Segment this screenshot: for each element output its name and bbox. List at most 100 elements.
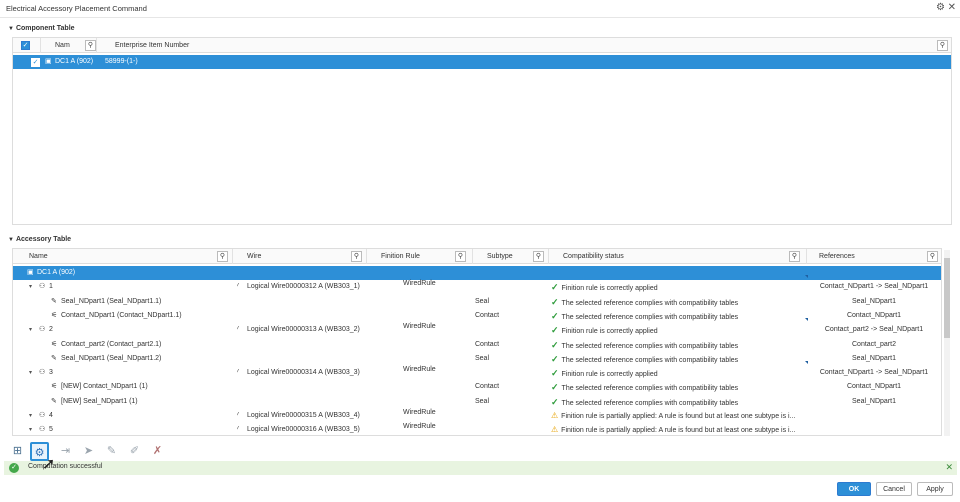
expand-chevron-icon[interactable]: ▾ bbox=[29, 423, 32, 435]
component-table-header[interactable]: ▼ Component Table bbox=[8, 25, 75, 32]
table-row[interactable]: ✎ Seal_NDpart1 (Seal_NDpart1.2) Seal ✓ The s… bbox=[13, 352, 941, 366]
close-icon[interactable]: ✕ bbox=[948, 2, 956, 13]
warning-icon: ⚠ bbox=[551, 411, 559, 420]
row-status: ✓ The selected reference complies with co… bbox=[551, 382, 739, 393]
row-status: ⚠ Finition rule is partially applied: A r… bbox=[551, 425, 796, 435]
row-reference: Contact_NDpart1 -> Seal_NDpart1 bbox=[819, 369, 929, 377]
row-name: [NEW] Contact_NDpart1 (1) bbox=[61, 383, 148, 391]
filter-icon[interactable]: ⚲ bbox=[455, 251, 466, 262]
filter-icon[interactable]: ⚲ bbox=[927, 251, 938, 262]
remove-accessory-icon[interactable]: ✗ bbox=[148, 442, 167, 461]
place-contact-icon[interactable]: ⇥ bbox=[56, 442, 75, 461]
place-accessory-icon[interactable]: ✐ bbox=[125, 442, 144, 461]
check-icon: ✓ bbox=[551, 353, 559, 364]
row-subtype: Seal bbox=[475, 354, 490, 362]
filter-icon[interactable]: ⚲ bbox=[789, 251, 800, 262]
column-wire[interactable]: Wire bbox=[233, 249, 367, 264]
wire-icon: ⁄ bbox=[237, 283, 239, 291]
row-status: ✓ Finition rule is correctly applied bbox=[551, 325, 658, 336]
check-icon: ✓ bbox=[551, 382, 559, 393]
place-seal-icon[interactable]: ➤ bbox=[79, 442, 98, 461]
row-wire: Logical Wire00000313 A (WB303_2) bbox=[247, 326, 360, 334]
expand-chevron-icon[interactable]: ▾ bbox=[29, 409, 32, 423]
filter-icon[interactable]: ⚲ bbox=[217, 251, 228, 262]
row-wire: Logical Wire00000312 A (WB303_1) bbox=[247, 283, 360, 291]
component-table-header-row: ✓ Nam ⚲ Enterprise Item Number ⚲ bbox=[13, 38, 951, 53]
row-wire: Logical Wire00000314 A (WB303_3) bbox=[247, 369, 360, 377]
connector-icon: ▣ bbox=[45, 58, 52, 65]
row-subtype: Contact bbox=[475, 311, 500, 319]
mouse-cursor-icon: ➚ bbox=[42, 456, 56, 473]
table-row[interactable]: ✎ Seal_NDpart1 (Seal_NDpart1.1) Seal ✓ The s… bbox=[13, 295, 941, 309]
row-name: [NEW] Seal_NDpart1 (1) bbox=[61, 397, 138, 405]
title-bar: Electrical Accessory Placement Command ⚙… bbox=[0, 0, 960, 18]
row-subtype: Seal bbox=[475, 397, 490, 405]
row-name: 3 bbox=[49, 369, 53, 377]
apply-button[interactable]: Apply bbox=[917, 482, 953, 496]
check-icon: ✓ bbox=[551, 339, 559, 350]
wire-icon: ⁄ bbox=[237, 369, 239, 377]
check-icon: ✓ bbox=[551, 282, 559, 293]
status-bar: ✓ Computation successful ✕ bbox=[4, 461, 957, 475]
gear-icon[interactable]: ⚙ bbox=[936, 2, 945, 13]
row-name: 4 bbox=[49, 412, 53, 419]
row-subtype: Seal bbox=[475, 297, 490, 305]
table-row[interactable]: ⚟ Contact_NDpart1 (Contact_NDpart1.1) Cont… bbox=[13, 309, 941, 323]
note-marker bbox=[805, 318, 808, 322]
table-row[interactable]: ▾ ⚇ 5 ⁄ Logical Wire00000316 A (WB303_5) Wire… bbox=[13, 423, 941, 435]
place-plug-icon[interactable]: ✎ bbox=[102, 442, 121, 461]
row-reference: Contact_part2 bbox=[852, 340, 896, 348]
row-status: ✓ The selected reference complies with co… bbox=[551, 310, 739, 321]
component-row[interactable]: ✓ ▣ DC1 A (902) 58999-(1-) bbox=[13, 55, 951, 69]
window-title: Electrical Accessory Placement Command bbox=[6, 4, 147, 13]
ok-button[interactable]: OK bbox=[837, 482, 871, 496]
table-row[interactable]: ▾ ⚇ 1 ⁄ Logical Wire00000312 A (WB303_1) Wire… bbox=[13, 275, 941, 294]
row-checkbox[interactable]: ✓ bbox=[31, 58, 40, 67]
column-compatibility-status[interactable]: Compatibility status bbox=[549, 249, 807, 264]
table-row[interactable]: ▾ ⚇ 2 ⁄ Logical Wire00000313 A (WB303_2) Wire… bbox=[13, 318, 941, 337]
row-reference: Contact_NDpart1 -> Seal_NDpart1 bbox=[819, 283, 929, 291]
check-icon: ✓ bbox=[551, 368, 559, 379]
expand-chevron-icon[interactable]: ▾ bbox=[29, 280, 32, 294]
row-finition-rule: WiredRule bbox=[403, 409, 436, 416]
row-name: DC1 A (902) bbox=[37, 269, 76, 276]
column-enterprise-item-number[interactable]: Enterprise Item Number bbox=[97, 38, 951, 53]
row-reference: Seal_NDpart1 bbox=[852, 354, 896, 362]
row-status: ✓ Finition rule is correctly applied bbox=[551, 368, 658, 379]
vertical-scrollbar[interactable] bbox=[944, 250, 950, 436]
filter-icon[interactable]: ⚲ bbox=[351, 251, 362, 262]
wire-icon: ⁄ bbox=[237, 426, 239, 434]
note-marker bbox=[805, 275, 808, 279]
column-references[interactable]: References bbox=[807, 249, 941, 264]
add-component-icon[interactable]: ⊞ bbox=[8, 442, 27, 461]
expand-chevron-icon[interactable]: ▾ bbox=[29, 323, 32, 337]
row-name: Contact_NDpart1 (Contact_NDpart1.1) bbox=[61, 311, 182, 319]
row-subtype: Contact bbox=[475, 340, 500, 348]
row-name: Seal_NDpart1 (Seal_NDpart1.2) bbox=[61, 354, 162, 362]
accessory-table-header-row: Name ⚲ Wire ⚲ Finition Rule ⚲ Subtype ⚲ … bbox=[13, 249, 941, 264]
column-name[interactable]: Name bbox=[13, 249, 233, 264]
cancel-button[interactable]: Cancel bbox=[876, 482, 912, 496]
filter-icon[interactable]: ⚲ bbox=[85, 40, 96, 51]
scrollbar-thumb[interactable] bbox=[944, 258, 950, 338]
filter-icon[interactable]: ⚲ bbox=[533, 251, 544, 262]
select-all-checkbox[interactable]: ✓ bbox=[21, 41, 30, 50]
table-row[interactable]: ▾ ⚇ 3 ⁄ Logical Wire00000314 A (WB303_3) Wire… bbox=[13, 361, 941, 380]
collapse-triangle-icon[interactable]: ▼ bbox=[8, 26, 14, 32]
table-row[interactable]: ⚟ [NEW] Contact_NDpart1 (1) Contact ✓ The se… bbox=[13, 380, 941, 394]
row-name: 2 bbox=[49, 326, 53, 334]
expand-chevron-icon[interactable]: ▾ bbox=[29, 366, 32, 380]
component-table: ✓ Nam ⚲ Enterprise Item Number ⚲ ✓ ▣ DC1… bbox=[12, 37, 952, 225]
accessory-table-header[interactable]: ▼ Accessory Table bbox=[8, 236, 71, 243]
close-status-icon[interactable]: ✕ bbox=[945, 462, 953, 473]
row-wire: Logical Wire00000315 A (WB303_4) bbox=[247, 412, 360, 419]
table-row[interactable]: ▣ DC1 A (902) bbox=[13, 266, 941, 280]
table-row[interactable]: ⚟ Contact_part2 (Contact_part2.1) Contact ✓… bbox=[13, 338, 941, 352]
table-row[interactable]: ▾ ⚇ 4 ⁄ Logical Wire00000315 A (WB303_4) Wire… bbox=[13, 409, 941, 423]
row-finition-rule: WiredRule bbox=[403, 423, 436, 431]
row-status: ✓ The selected reference complies with co… bbox=[551, 339, 739, 350]
collapse-triangle-icon[interactable]: ▼ bbox=[8, 237, 14, 243]
table-row[interactable]: ✎ [NEW] Seal_NDpart1 (1) Seal ✓ The selected… bbox=[13, 395, 941, 409]
filter-icon[interactable]: ⚲ bbox=[937, 40, 948, 51]
check-icon: ✓ bbox=[551, 296, 559, 307]
